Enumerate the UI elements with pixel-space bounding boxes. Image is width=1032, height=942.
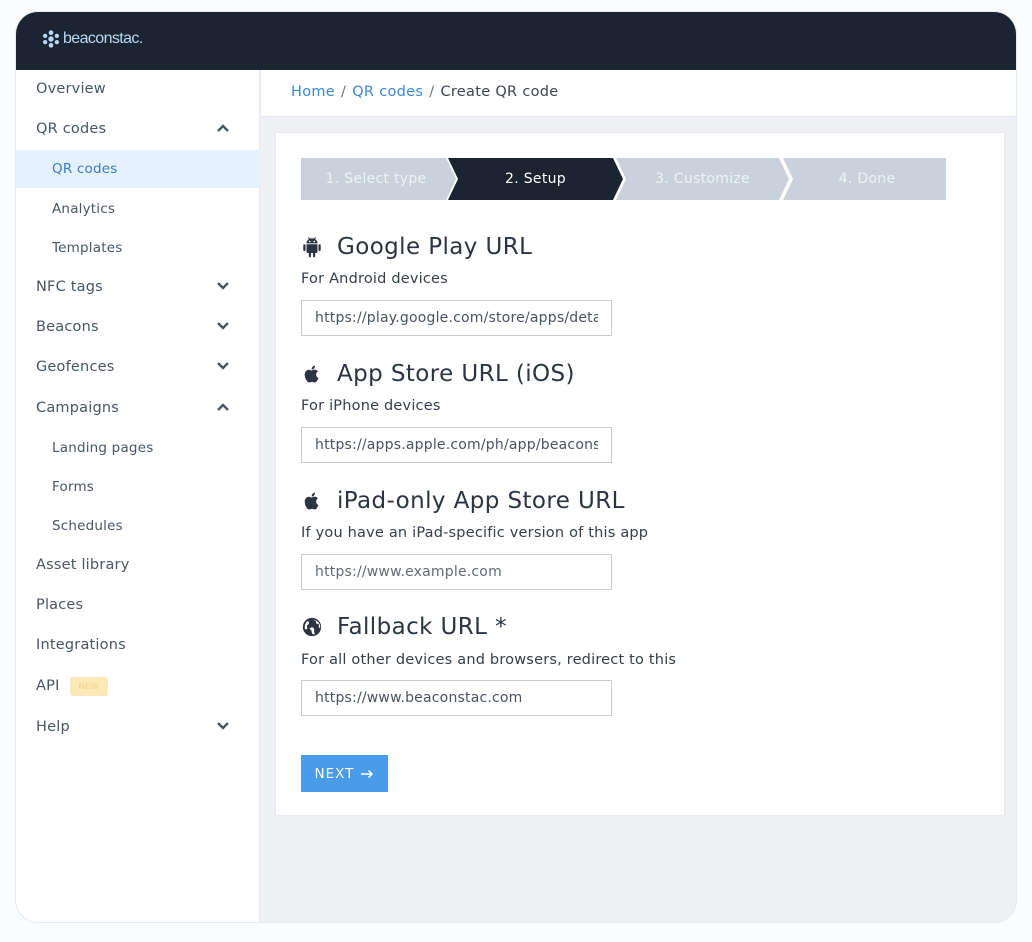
ipad-store-url-input[interactable] [301,554,612,590]
sidebar-subitem-templates[interactable]: Templates [16,229,260,267]
sidebar-subitem-forms[interactable]: Forms [16,468,260,506]
google-play-url-input[interactable] [301,300,612,336]
stepper: 1. Select type 2. Setup 3. Customize 4. … [301,158,946,200]
google-play-title: Google Play URL [301,234,532,260]
logo-text: beaconstac. [63,30,143,47]
step-setup: 2. Setup [505,171,566,187]
chevron-down-icon[interactable] [216,281,230,291]
sidebar-item-label: Geofences [36,359,115,375]
fallback-url-input[interactable] [301,680,612,716]
sidebar-subitem-schedules[interactable]: Schedules [16,507,260,545]
sidebar: Overview QR codes QR codes Analytics Tem… [16,70,260,922]
top-bar: beaconstac. [16,12,1016,70]
sidebar-subitem-landing-pages[interactable]: Landing pages [16,429,260,467]
chevron-down-icon[interactable] [216,321,230,331]
sidebar-item-label: Templates [52,240,123,256]
sidebar-item-places[interactable]: Places [16,586,260,624]
sidebar-item-label: Schedules [52,518,123,534]
sidebar-item-label: Campaigns [36,400,120,416]
step-customize: 3. Customize [655,171,750,187]
breadcrumb-qr-codes-link[interactable]: QR codes [352,84,423,100]
sidebar-item-asset-library[interactable]: Asset library [16,546,260,584]
breadcrumb-current: Create QR code [440,84,559,100]
sidebar-item-integrations[interactable]: Integrations [16,626,260,664]
sidebar-item-geofences[interactable]: Geofences [16,348,260,386]
breadcrumb-separator: / [429,84,435,100]
sidebar-item-label: Analytics [52,201,116,217]
sidebar-item-label: NFC tags [36,279,103,295]
sidebar-item-qr-codes[interactable]: QR codes [16,110,260,148]
chevron-down-icon[interactable] [216,361,230,371]
google-play-title-text: Google Play URL [337,234,533,260]
sidebar-item-beacons[interactable]: Beacons [16,308,260,346]
step-done: 4. Done [838,171,896,187]
sidebar-subitem-qr-codes[interactable]: QR codes [16,150,260,188]
chevron-up-icon[interactable] [216,402,230,412]
sidebar-item-nfc-tags[interactable]: NFC tags [16,268,260,306]
fallback-title-text: Fallback URL * [337,614,508,640]
beaconstac-logo-icon [42,30,60,48]
sidebar-item-label: Beacons [36,319,99,335]
apple-icon [304,492,319,510]
sidebar-item-label: Forms [52,479,95,495]
new-badge: NEW [69,676,108,696]
sidebar-item-overview[interactable]: Overview [16,70,260,108]
sidebar-item-label: Integrations [36,637,126,653]
fallback-description: For all other devices and browsers, redi… [301,652,677,668]
sidebar-item-label: Help [36,719,70,735]
globe-icon [302,617,322,637]
sidebar-item-label: Landing pages [52,440,154,456]
sidebar-item-label: Asset library [36,557,130,573]
setup-card: 1. Select type 2. Setup 3. Customize 4. … [275,132,1005,816]
ipad-store-title: iPad-only App Store URL [301,488,625,514]
arrow-right-icon [361,769,374,778]
beaconstac-logo[interactable]: beaconstac. [42,30,143,48]
app-store-title-text: App Store URL (iOS) [337,361,575,387]
sidebar-item-campaigns[interactable]: Campaigns [16,389,260,427]
breadcrumb-home-link[interactable]: Home [291,84,335,100]
sidebar-item-label: API [36,678,60,694]
sidebar-item-api[interactable]: API NEW [16,667,260,705]
breadcrumb: Home / QR codes / Create QR code [291,84,559,100]
ipad-store-description: If you have an iPad-specific version of … [301,525,649,541]
app-store-title: App Store URL (iOS) [301,361,575,387]
apple-icon [304,365,319,383]
sidebar-item-label: Places [36,597,84,613]
app-store-description: For iPhone devices [301,398,441,414]
app-store-url-input[interactable] [301,427,612,463]
google-play-description: For Android devices [301,271,448,287]
breadcrumb-bar: Home / QR codes / Create QR code [261,70,1016,117]
sidebar-item-help[interactable]: Help [16,708,260,746]
android-icon [303,237,321,258]
chevron-up-icon[interactable] [216,123,230,133]
sidebar-subitem-analytics[interactable]: Analytics [16,190,260,228]
sidebar-item-label: Overview [36,81,106,97]
next-button-label: NEXT [314,765,355,782]
next-button[interactable]: NEXT [301,755,388,792]
breadcrumb-separator: / [341,84,347,100]
sidebar-item-label: QR codes [36,121,107,137]
ipad-store-title-text: iPad-only App Store URL [337,488,625,514]
sidebar-item-label: QR codes [52,161,118,177]
chevron-down-icon[interactable] [216,721,230,731]
step-select-type[interactable]: 1. Select type [301,158,451,200]
fallback-title: Fallback URL * [301,614,507,640]
